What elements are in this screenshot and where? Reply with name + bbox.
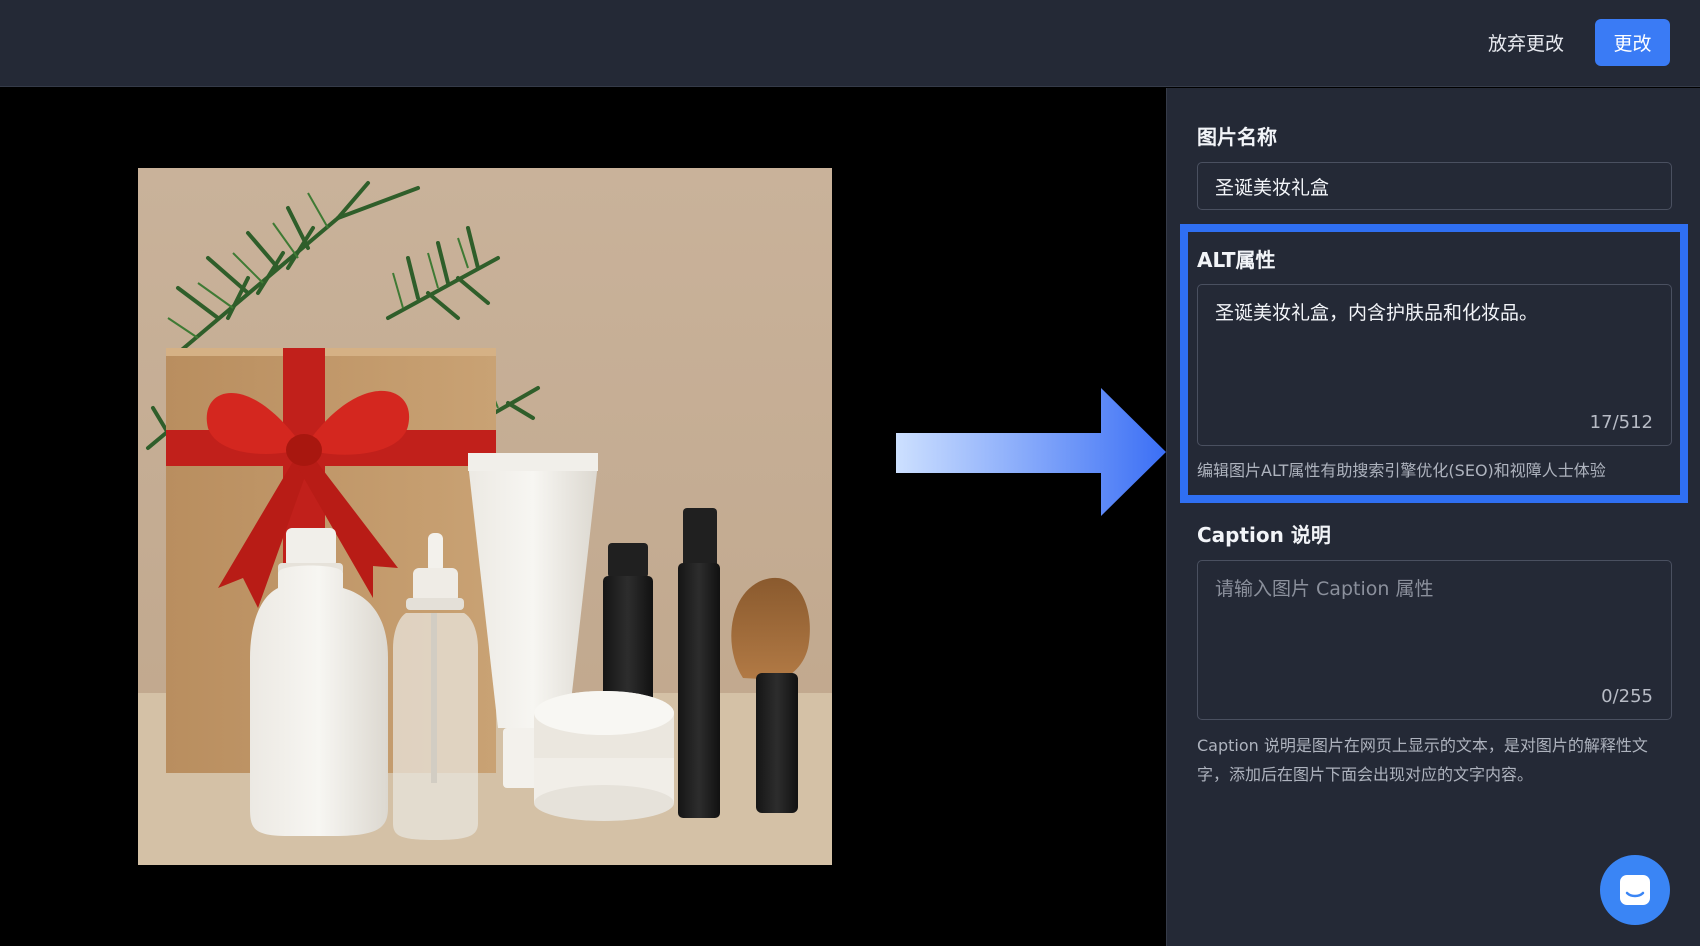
preview-image [138, 168, 832, 865]
image-preview-area [0, 88, 1166, 946]
image-name-label: 图片名称 [1197, 125, 1277, 149]
image-settings-panel: 图片名称 ALT属性 圣诞美妆礼盒，内含护肤品和化妆品。 17/512 编辑图片… [1166, 88, 1700, 946]
chat-icon [1620, 875, 1650, 905]
caption-hint-text: Caption 说明是图片在网页上显示的文本，是对图片的解释性文字，添加后在图片… [1197, 736, 1648, 784]
caption-textarea[interactable]: 请输入图片 Caption 属性 0/255 [1197, 560, 1672, 720]
top-toolbar: 放弃更改 更改 [0, 0, 1700, 87]
image-name-input[interactable] [1197, 162, 1672, 210]
caption-char-counter: 0/255 [1601, 686, 1653, 707]
save-changes-button[interactable]: 更改 [1595, 19, 1670, 66]
chat-support-button[interactable] [1600, 855, 1670, 925]
caption-label: Caption 说明 [1197, 523, 1331, 547]
alt-highlight-frame [1180, 224, 1688, 503]
caption-placeholder: 请输入图片 Caption 属性 [1215, 578, 1434, 600]
discard-changes-button[interactable]: 放弃更改 [1472, 24, 1580, 64]
arrow-right-icon [896, 388, 1166, 516]
